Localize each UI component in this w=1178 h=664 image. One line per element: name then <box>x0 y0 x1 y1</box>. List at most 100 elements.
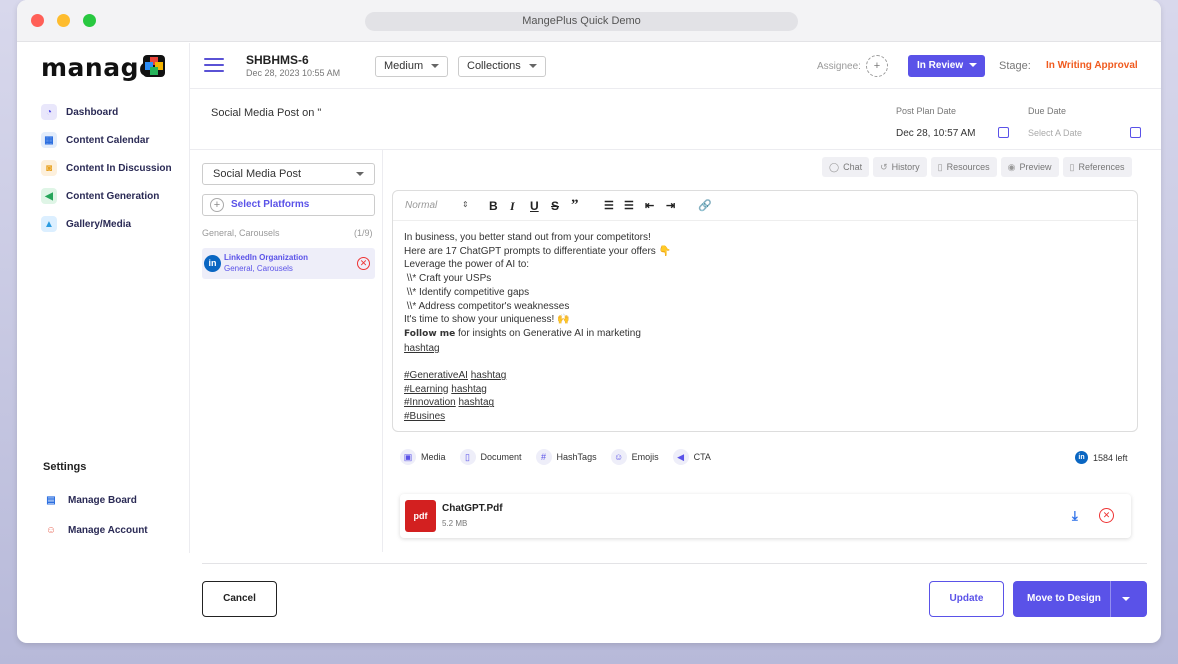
file-icon: ▯ <box>1069 162 1075 172</box>
chevron-down-icon <box>356 172 364 176</box>
settings-heading: Settings <box>43 461 87 473</box>
hashtags-label: HashTags <box>556 452 597 462</box>
download-icon[interactable]: ⤓ <box>1072 508 1078 524</box>
bullet-list-button[interactable]: ☰ <box>624 199 634 212</box>
close-window-button[interactable] <box>31 14 44 27</box>
platform-subtitle: General, Carousels <box>224 264 293 273</box>
quote-button[interactable]: ” <box>571 197 579 214</box>
status-dropdown-button[interactable]: In Review <box>908 55 985 77</box>
link-icon[interactable]: 🔗 <box>698 199 712 212</box>
cancel-button[interactable]: Cancel <box>202 581 277 617</box>
editor-content[interactable]: In business, you better stand out from y… <box>404 231 671 424</box>
hashtag-link[interactable]: #Innovation <box>404 397 456 408</box>
hashtag-link[interactable]: hashtag <box>459 397 495 408</box>
move-to-design-button[interactable]: Move to Design <box>1013 581 1147 617</box>
users-icon: ☺ <box>45 524 57 536</box>
tab-history[interactable]: ↺ History <box>873 157 927 177</box>
emoji-icon: ☺ <box>610 449 627 465</box>
editor-line: #Innovation hashtag <box>404 396 671 410</box>
file-name[interactable]: ChatGPT.Pdf <box>442 503 503 514</box>
cta-button[interactable]: ◀ CTA <box>672 449 711 465</box>
sidebar-item-content-calendar[interactable]: ▦ Content Calendar <box>41 126 172 154</box>
sidebar-item-label: Content In Discussion <box>66 162 172 174</box>
linkedin-icon: in <box>1075 451 1088 464</box>
follow-bold: Follow me <box>404 328 456 339</box>
tab-chat[interactable]: ◯ Chat <box>822 157 870 177</box>
post-plan-date-label: Post Plan Date <box>896 106 957 116</box>
sidebar-item-content-generation[interactable]: ◀ Content Generation <box>41 182 172 210</box>
chevron-down-icon <box>528 64 537 69</box>
file-icon: ▯ <box>937 162 943 172</box>
editor-line: hashtag <box>404 342 671 356</box>
eye-icon: ◉ <box>1007 162 1016 172</box>
sidebar-item-label: Manage Board <box>68 494 137 506</box>
post-title[interactable]: Social Media Post on " <box>211 107 321 119</box>
hashtag-link[interactable]: #Busines <box>404 411 445 422</box>
tab-references[interactable]: ▯ References <box>1062 157 1132 177</box>
strikethrough-button[interactable]: S <box>551 199 559 213</box>
sidebar-item-gallery-media[interactable]: ▲ Gallery/Media <box>41 210 172 238</box>
post-editor[interactable]: Normal ⇕ B I U S ” ☰ ☰ ⇤ ⇥ 🔗 In business… <box>392 190 1138 432</box>
chevron-down-icon[interactable] <box>1122 597 1130 601</box>
app-window: MangePlus Quick Demo manage ◔ Dashboard … <box>17 0 1161 643</box>
sidebar-item-content-in-discussion[interactable]: ◙ Content In Discussion <box>41 154 172 182</box>
app-logo-text[interactable]: manage <box>41 53 156 82</box>
stage-value: In Writing Approval <box>1046 60 1138 71</box>
collections-dropdown[interactable]: Collections <box>458 56 546 77</box>
format-select[interactable]: Normal <box>405 200 437 211</box>
tab-label: Preview <box>1019 162 1052 172</box>
remove-platform-icon[interactable]: ✕ <box>357 257 370 270</box>
select-platforms-button[interactable]: + Select Platforms <box>202 194 375 216</box>
due-date-input[interactable]: Select A Date <box>1028 128 1082 138</box>
minimize-window-button[interactable] <box>57 14 70 27</box>
sidebar-item-dashboard[interactable]: ◔ Dashboard <box>41 98 172 126</box>
priority-dropdown[interactable]: Medium <box>375 56 449 77</box>
tab-preview[interactable]: ◉ Preview <box>1000 157 1059 177</box>
remove-file-icon[interactable]: ✕ <box>1099 508 1114 523</box>
chevron-down-icon <box>431 64 440 69</box>
hashtag-link[interactable]: hashtag <box>471 370 507 381</box>
divider <box>190 149 1161 150</box>
hashtag-link[interactable]: #Learning <box>404 384 448 395</box>
update-button[interactable]: Update <box>929 581 1004 617</box>
emojis-button[interactable]: ☺ Emojis <box>610 449 659 465</box>
platform-item-linkedin[interactable]: in LinkedIn Organization General, Carous… <box>202 248 375 279</box>
calendar-icon[interactable] <box>998 127 1009 138</box>
priority-value: Medium <box>384 60 424 72</box>
ordered-list-button[interactable]: ☰ <box>604 199 614 212</box>
chat-icon: ◯ <box>829 162 840 172</box>
assignee-label: Assignee: <box>817 61 861 72</box>
maximize-window-button[interactable] <box>83 14 96 27</box>
sidebar-item-manage-account[interactable]: ☺ Manage Account <box>43 515 148 545</box>
document-button[interactable]: ▯ Document <box>459 449 522 465</box>
hashtag-link[interactable]: hashtag <box>451 384 487 395</box>
editor-line: #Busines <box>404 410 671 424</box>
indent-button[interactable]: ⇥ <box>666 199 675 212</box>
add-assignee-icon[interactable]: + <box>866 55 888 77</box>
tab-resources[interactable]: ▯ Resources <box>930 157 997 177</box>
hashtag-link[interactable]: hashtag <box>404 343 440 354</box>
sidebar-item-manage-board[interactable]: ▤ Manage Board <box>43 485 148 515</box>
board-icon: ▤ <box>46 494 56 506</box>
due-date-label: Due Date <box>1028 106 1067 116</box>
calendar-icon[interactable] <box>1130 127 1141 138</box>
tab-label: References <box>1078 162 1125 172</box>
sidebar-item-label: Content Calendar <box>66 134 150 146</box>
tab-label: History <box>891 162 920 172</box>
select-platforms-label: Select Platforms <box>231 199 310 210</box>
media-button[interactable]: ▣ Media <box>400 449 446 465</box>
italic-button[interactable]: I <box>510 199 515 214</box>
underline-button[interactable]: U <box>530 199 539 213</box>
app-logo-icon <box>143 55 165 77</box>
content-type-select[interactable]: Social Media Post <box>202 163 375 185</box>
bold-button[interactable]: B <box>489 199 498 213</box>
hashtag-link[interactable]: #GenerativeAI <box>404 370 468 381</box>
outdent-button[interactable]: ⇤ <box>645 199 654 212</box>
editor-line: \\* Craft your USPs <box>404 273 492 285</box>
post-plan-date-value[interactable]: Dec 28, 10:57 AM <box>896 128 976 139</box>
menu-icon[interactable] <box>204 58 224 72</box>
editor-line: Follow me for insights on Generative AI … <box>404 327 671 342</box>
platform-group-count: (1/9) <box>354 228 373 238</box>
media-label: Media <box>421 452 446 462</box>
hashtags-button[interactable]: # HashTags <box>535 449 597 465</box>
